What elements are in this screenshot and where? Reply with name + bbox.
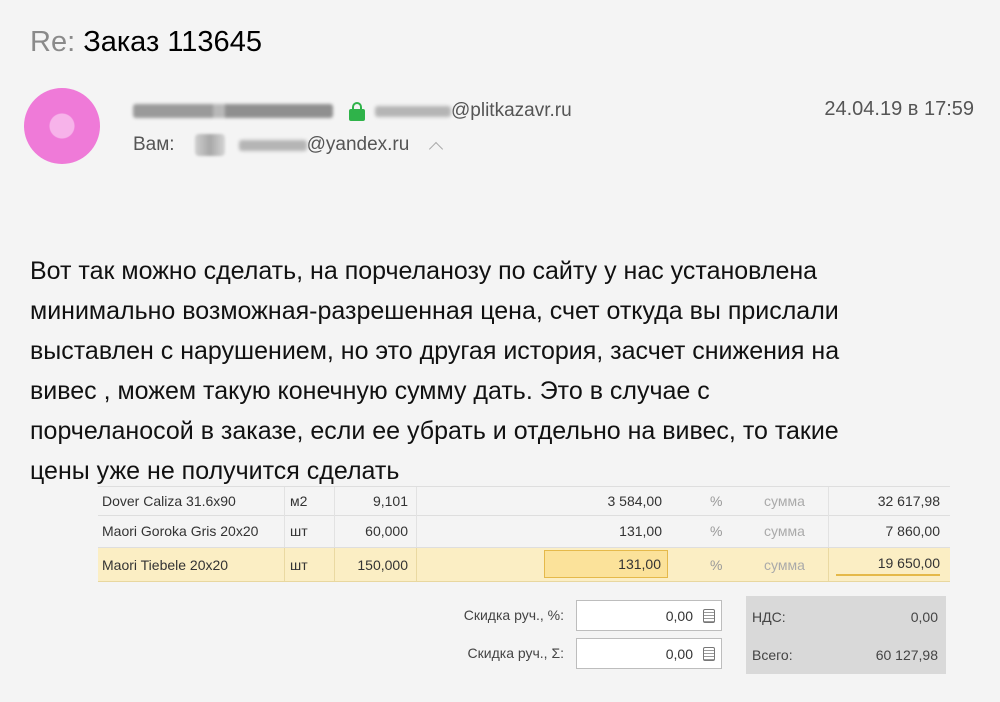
body-line: выставлен с нарушением, но это другая ис… bbox=[30, 337, 840, 365]
discount-pct-input[interactable]: 0,00 bbox=[576, 600, 722, 631]
item-price: 131,00 bbox=[619, 523, 662, 539]
item-total: 7 860,00 bbox=[885, 523, 941, 539]
item-unit: м2 bbox=[290, 493, 308, 509]
item-total: 32 617,98 bbox=[877, 493, 940, 509]
subject-prefix: Re: bbox=[30, 26, 76, 58]
item-price-input[interactable]: 131,00 bbox=[544, 550, 668, 578]
item-discount-pct: % bbox=[710, 556, 723, 573]
vat-value: 0,00 bbox=[910, 609, 938, 625]
item-sum-label: сумма bbox=[764, 523, 805, 539]
order-screenshot: Dover Caliza 31.6x90 м2 9,101 3 584,00 %… bbox=[98, 486, 950, 676]
table-row[interactable]: Dover Caliza 31.6x90 м2 9,101 3 584,00 %… bbox=[98, 486, 950, 516]
item-discount-pct: % bbox=[710, 523, 723, 539]
grand-total-row: Всего: 60 127,98 bbox=[746, 636, 946, 674]
sender-name-blurred[interactable] bbox=[133, 104, 333, 118]
sender-email-domain[interactable]: @plitkazavr.ru bbox=[451, 100, 572, 122]
lock-icon bbox=[349, 101, 365, 121]
item-name: Maori Tiebele 20x20 bbox=[102, 556, 229, 573]
body-line: вивес , можем такую конечную сумму дать.… bbox=[30, 377, 710, 405]
subject-text: Заказ 113645 bbox=[83, 26, 262, 58]
item-total: 19 650,00 bbox=[836, 552, 940, 576]
table-row[interactable]: Maori Goroka Gris 20x20 шт 60,000 131,00… bbox=[98, 515, 950, 548]
recipient-email-domain[interactable]: @yandex.ru bbox=[307, 134, 410, 156]
recipient-row: Вам: @yandex.ru bbox=[133, 132, 444, 158]
totals-panel: НДС: 0,00 Всего: 60 127,98 bbox=[746, 596, 946, 674]
body-line: минимально возможная-разрешенная цена, с… bbox=[30, 297, 839, 325]
body-line: порчеланосой в заказе, если ее убрать и … bbox=[30, 417, 839, 445]
item-name: Maori Goroka Gris 20x20 bbox=[102, 523, 259, 539]
item-discount-pct: % bbox=[710, 493, 723, 509]
discount-sum-input[interactable]: 0,00 bbox=[576, 638, 722, 669]
vat-label: НДС: bbox=[752, 609, 786, 625]
item-unit: шт bbox=[290, 523, 308, 539]
email-date: 24.04.19 в 17:59 bbox=[824, 98, 974, 120]
recipient-avatar-blurred bbox=[194, 134, 225, 156]
sender-avatar[interactable] bbox=[24, 88, 100, 164]
item-price: 3 584,00 bbox=[607, 493, 663, 509]
item-qty: 60,000 bbox=[365, 523, 408, 539]
discount-pct-label: Скидка руч., %: bbox=[463, 607, 564, 623]
body-line: Вот так можно сделать, на порчеланозу по… bbox=[30, 257, 818, 285]
sender-email-local-blurred bbox=[375, 105, 451, 117]
item-unit: шт bbox=[290, 556, 308, 573]
vat-row: НДС: 0,00 bbox=[746, 598, 946, 636]
item-qty: 150,000 bbox=[357, 556, 408, 573]
body-line: цены уже не получится сделать bbox=[30, 457, 400, 485]
email-subject: Re: Заказ 113645 bbox=[30, 22, 262, 62]
table-row-selected[interactable]: Maori Tiebele 20x20 шт 150,000 131,00 % … bbox=[98, 548, 950, 582]
calculator-icon[interactable] bbox=[703, 647, 715, 661]
item-sum-label: сумма bbox=[764, 493, 805, 509]
calculator-icon[interactable] bbox=[703, 609, 715, 623]
grand-total-label: Всего: bbox=[752, 647, 793, 663]
grand-total-value: 60 127,98 bbox=[875, 647, 938, 663]
sender-row: @plitkazavr.ru bbox=[133, 98, 572, 124]
item-qty: 9,101 bbox=[372, 493, 408, 509]
item-name: Dover Caliza 31.6x90 bbox=[102, 493, 236, 509]
item-sum-label: сумма bbox=[764, 556, 805, 573]
chevron-up-icon[interactable] bbox=[429, 141, 444, 157]
discount-sum-value: 0,00 bbox=[665, 645, 693, 662]
discount-sum-label: Скидка руч., Σ: bbox=[467, 645, 564, 661]
email-body: Вот так можно сделать, на порчеланозу по… bbox=[30, 251, 980, 491]
discount-pct-value: 0,00 bbox=[665, 607, 693, 624]
recipient-label: Вам: bbox=[133, 134, 175, 155]
recipient-email-local-blurred bbox=[238, 139, 307, 151]
